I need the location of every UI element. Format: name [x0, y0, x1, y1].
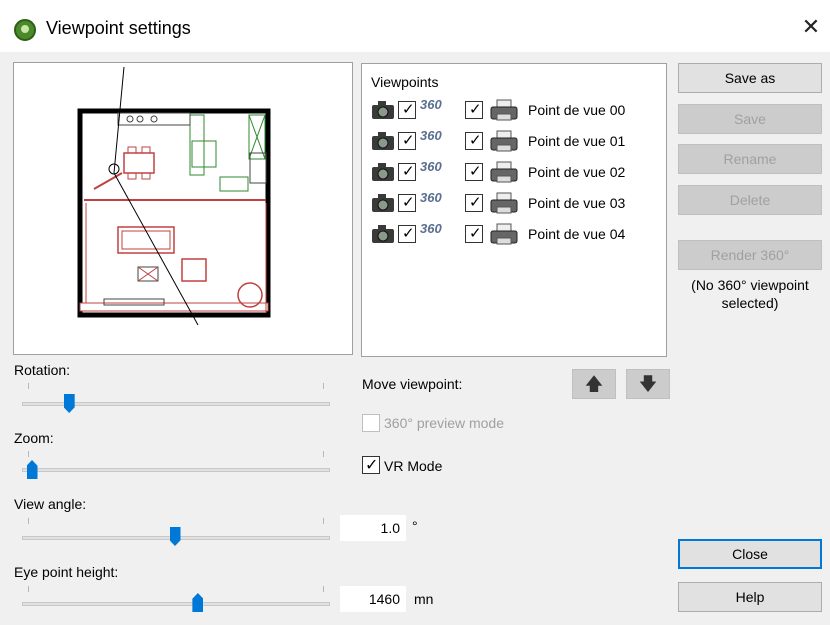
preview-mode-label: 360° preview mode: [384, 415, 504, 431]
eye-height-tick-start: [28, 586, 29, 592]
viewpoint-label: Point de vue 04: [528, 226, 626, 242]
eye-height-label: Eye point height:: [14, 564, 119, 580]
camera-icon: [372, 163, 394, 181]
viewpoints-header: Viewpoints: [371, 74, 439, 90]
camera-icon: [372, 132, 394, 150]
vr-mode-checkbox[interactable]: ✓: [362, 456, 380, 474]
printer-icon: [490, 223, 518, 245]
viewpoint-visible-checkbox[interactable]: ✓: [398, 163, 416, 181]
zoom-tick-start: [28, 451, 29, 457]
eye-height-slider-track[interactable]: [22, 602, 330, 606]
view-angle-tick-start: [28, 518, 29, 524]
move-down-button[interactable]: 🡇: [626, 369, 670, 399]
viewpoints-list[interactable]: Viewpoints ✓ 360 ✓ Point de vue 00 ✓ 360 ✓ Poin…: [361, 63, 667, 357]
check-icon: ✓: [365, 457, 379, 474]
view-angle-label: View angle:: [14, 496, 87, 512]
viewpoint-row[interactable]: ✓ 360 ✓ Point de vue 02: [371, 158, 641, 186]
camera-icon: [372, 225, 394, 243]
viewpoint-label: Point de vue 01: [528, 133, 626, 149]
check-icon: ✓: [402, 132, 415, 149]
viewpoint-visible-checkbox[interactable]: ✓: [398, 194, 416, 212]
check-icon: ✓: [469, 225, 482, 242]
view-angle-tick-end: [323, 518, 324, 524]
viewpoint-label: Point de vue 03: [528, 195, 626, 211]
viewpoint-360-checkbox[interactable]: ✓: [465, 225, 483, 243]
viewpoint-row[interactable]: ✓ 360 ✓ Point de vue 04: [371, 220, 641, 248]
printer-icon: [490, 192, 518, 214]
check-icon: ✓: [402, 194, 415, 211]
viewpoint-label: Point de vue 00: [528, 102, 626, 118]
zoom-label: Zoom:: [14, 430, 54, 446]
view-angle-slider-thumb[interactable]: [169, 527, 181, 546]
check-icon: ✓: [402, 225, 415, 242]
viewpoint-label: Point de vue 02: [528, 164, 626, 180]
rename-button[interactable]: Rename: [678, 144, 822, 174]
check-icon: ✓: [469, 132, 482, 149]
check-icon: ✓: [402, 163, 415, 180]
viewpoint-visible-checkbox[interactable]: ✓: [398, 132, 416, 150]
eye-height-unit: mn: [414, 591, 434, 607]
close-button[interactable]: Close: [678, 539, 822, 569]
panorama-360-icon: 360: [420, 190, 442, 205]
eye-height-value-field[interactable]: 1460: [340, 586, 406, 612]
save-button[interactable]: Save: [678, 104, 822, 134]
zoom-slider-track[interactable]: [22, 468, 330, 472]
rotation-label: Rotation:: [14, 362, 71, 378]
check-icon: ✓: [469, 194, 482, 211]
rotation-tick-start: [28, 383, 29, 389]
render-360-note: (No 360° viewpoint selected): [691, 277, 809, 311]
panorama-360-icon: 360: [420, 159, 442, 174]
printer-icon: [490, 99, 518, 121]
help-button[interactable]: Help: [678, 582, 822, 612]
window-title: Viewpoint settings: [46, 18, 191, 38]
viewpoint-360-checkbox[interactable]: ✓: [465, 132, 483, 150]
camera-icon: [372, 194, 394, 212]
panorama-360-icon: 360: [420, 128, 442, 143]
move-up-button[interactable]: 🡅: [572, 369, 616, 399]
floor-plan-preview[interactable]: [13, 62, 353, 355]
vr-mode-label: VR Mode: [384, 458, 443, 474]
check-icon: ✓: [469, 101, 482, 118]
viewpoint-visible-checkbox[interactable]: ✓: [398, 101, 416, 119]
zoom-tick-end: [323, 451, 324, 457]
viewpoint-360-checkbox[interactable]: ✓: [465, 101, 483, 119]
rotation-slider-thumb[interactable]: [63, 394, 75, 413]
printer-icon: [490, 130, 518, 152]
close-window-icon[interactable]: ✕: [798, 14, 824, 40]
app-logo-icon: [14, 19, 36, 41]
rotation-tick-end: [323, 383, 324, 389]
printer-icon: [490, 161, 518, 183]
save-as-button[interactable]: Save as: [678, 63, 822, 93]
delete-button[interactable]: Delete: [678, 185, 822, 215]
check-icon: ✓: [402, 101, 415, 118]
camera-icon: [372, 101, 394, 119]
move-viewpoint-label: Move viewpoint:: [362, 376, 463, 392]
viewpoint-visible-checkbox[interactable]: ✓: [398, 225, 416, 243]
check-icon: ✓: [469, 163, 482, 180]
viewpoint-row[interactable]: ✓ 360 ✓ Point de vue 03: [371, 189, 641, 217]
panorama-360-icon: 360: [420, 221, 442, 236]
viewpoint-360-checkbox[interactable]: ✓: [465, 194, 483, 212]
title-bar: Viewpoint settings ✕: [0, 0, 830, 52]
viewpoint-row[interactable]: ✓ 360 ✓ Point de vue 01: [371, 127, 641, 155]
panorama-360-icon: 360: [420, 97, 442, 112]
viewpoint-360-checkbox[interactable]: ✓: [465, 163, 483, 181]
floor-plan-icon: [77, 66, 271, 326]
eye-height-slider-thumb[interactable]: [192, 593, 204, 612]
preview-mode-checkbox[interactable]: [362, 414, 380, 432]
render-360-button[interactable]: Render 360°: [678, 240, 822, 270]
view-angle-value-field[interactable]: 1.0: [340, 515, 406, 541]
eye-height-tick-end: [323, 586, 324, 592]
view-angle-unit: °: [412, 518, 418, 534]
zoom-slider-thumb[interactable]: [26, 460, 38, 479]
viewpoint-row[interactable]: ✓ 360 ✓ Point de vue 00: [371, 96, 641, 124]
